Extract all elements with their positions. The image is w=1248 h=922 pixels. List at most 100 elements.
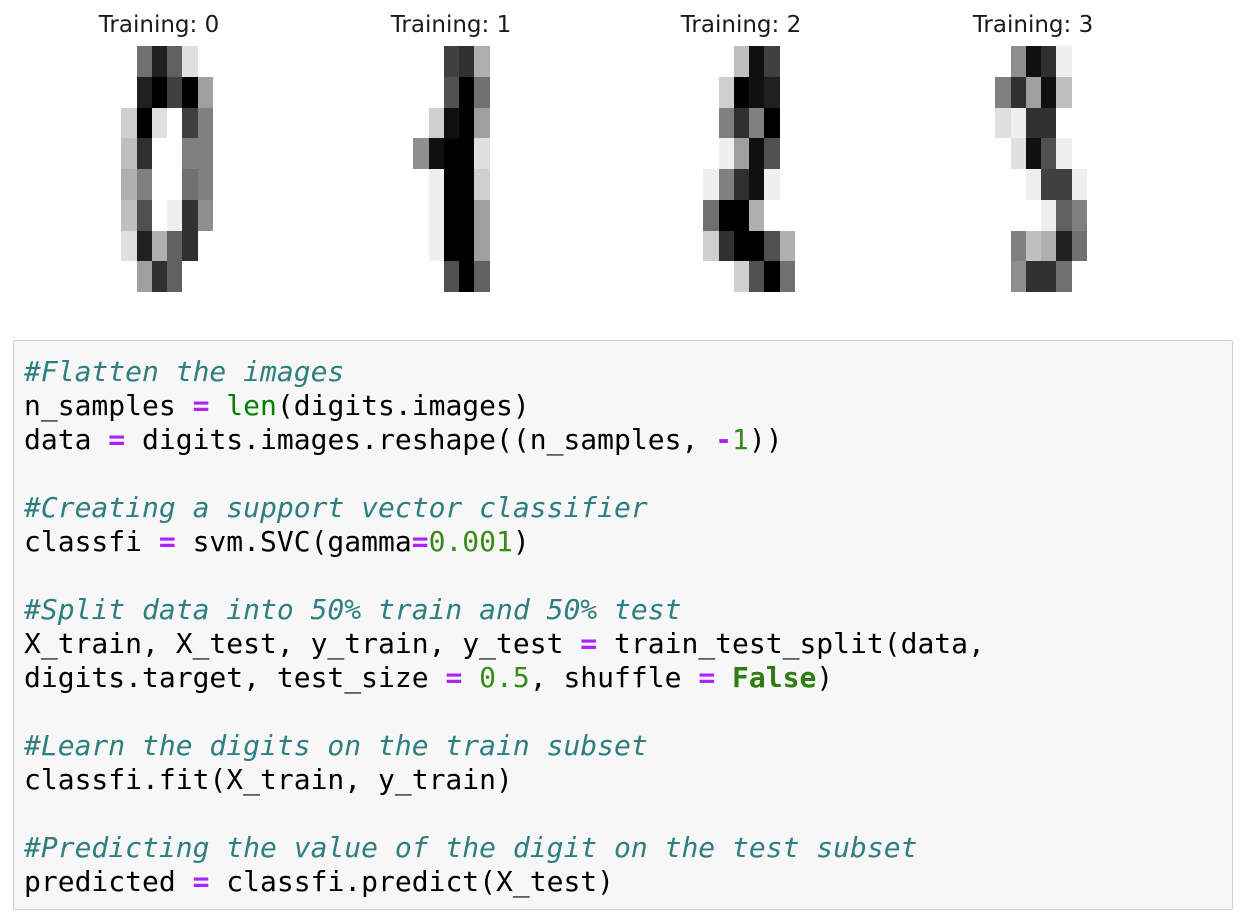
digit-pixel bbox=[733, 169, 749, 200]
code-text: classfi.predict(X_test) bbox=[209, 865, 615, 898]
digit-pixel bbox=[995, 138, 1011, 169]
digit-pixel bbox=[197, 199, 213, 231]
code-number: 1 bbox=[732, 423, 749, 456]
digit-pixel bbox=[212, 107, 228, 139]
digit-pixel bbox=[212, 76, 228, 108]
digit-pixel bbox=[688, 169, 704, 200]
digit-pixel bbox=[504, 199, 520, 231]
digit-pixel bbox=[504, 261, 520, 292]
digit-title: Training: 0 bbox=[98, 12, 220, 38]
digit-pixel bbox=[428, 46, 444, 77]
digit-title: Training: 3 bbox=[972, 12, 1094, 38]
digit-pixel bbox=[106, 199, 122, 231]
code-text: data bbox=[24, 423, 109, 456]
code-text: digits.images.reshape((n_samples, bbox=[125, 423, 716, 456]
digits-output: Training: 0 Training: 1 Training: 2 Trai… bbox=[0, 0, 1248, 330]
digit-pixel bbox=[688, 199, 704, 231]
code-line: data = digits.images.reshape((n_samples,… bbox=[24, 423, 985, 457]
digit-pixel bbox=[1086, 199, 1102, 231]
digit-pixel bbox=[733, 138, 749, 169]
digit-pixel bbox=[443, 199, 459, 231]
digit-pixel bbox=[197, 261, 213, 292]
digit-pixel bbox=[182, 169, 198, 200]
digit-pixel bbox=[703, 46, 719, 77]
code-operator: - bbox=[715, 423, 733, 456]
digit-pixel bbox=[459, 199, 475, 231]
digit-pixel bbox=[398, 261, 414, 292]
digit-pixel bbox=[749, 199, 765, 231]
code-editor[interactable]: #Flatten the images n_samples = len(digit… bbox=[24, 355, 985, 899]
digit-pixel bbox=[136, 230, 152, 262]
digit-pixel bbox=[703, 199, 719, 231]
digit-pixel bbox=[212, 199, 228, 231]
digit-pixel bbox=[1041, 46, 1057, 77]
digit-pixel bbox=[703, 107, 719, 139]
digit-pixel bbox=[443, 76, 459, 108]
digit-pixel bbox=[474, 169, 490, 200]
digit-pixel bbox=[718, 107, 734, 139]
digit-pixel bbox=[1056, 46, 1072, 77]
digit-pixel bbox=[474, 107, 490, 139]
digit-pixel bbox=[1071, 169, 1087, 200]
digit-pixel bbox=[489, 230, 505, 262]
digit-pixel bbox=[733, 230, 749, 262]
code-cell[interactable]: #Flatten the images n_samples = len(digit… bbox=[13, 340, 1233, 910]
digit-panel-2: Training: 2 bbox=[650, 10, 832, 292]
digit-pixel bbox=[167, 76, 183, 108]
digit-pixel bbox=[413, 169, 429, 200]
digit-pixel bbox=[136, 46, 152, 77]
digit-pixel bbox=[459, 107, 475, 139]
digit-pixel bbox=[151, 138, 167, 169]
digit-pixel bbox=[718, 46, 734, 77]
digit-pixel bbox=[428, 169, 444, 200]
digit-pixel bbox=[980, 230, 996, 262]
digit-pixel bbox=[1056, 107, 1072, 139]
code-line: digits.target, test_size = 0.5, shuffle … bbox=[24, 661, 985, 695]
code-text: svm.SVC(gamma bbox=[175, 525, 412, 558]
digit-pixel bbox=[459, 138, 475, 169]
digit-pixel bbox=[121, 76, 137, 108]
digit-pixel bbox=[489, 138, 505, 169]
digit-pixel bbox=[749, 230, 765, 262]
digit-pixel bbox=[1010, 230, 1026, 262]
digit-pixel bbox=[428, 261, 444, 292]
digit-pixel bbox=[489, 261, 505, 292]
digit-pixel bbox=[121, 107, 137, 139]
digit-pixel bbox=[106, 230, 122, 262]
digit-pixel bbox=[167, 107, 183, 139]
digit-pixel bbox=[688, 76, 704, 108]
digit-pixel bbox=[1025, 76, 1041, 108]
digit-pixel bbox=[779, 107, 795, 139]
digit-pixel bbox=[413, 230, 429, 262]
code-number: 0.5 bbox=[479, 661, 530, 694]
code-text: X_train, X_test, y_train, y_test bbox=[24, 627, 581, 660]
digit-pixel bbox=[398, 46, 414, 77]
digit-pixel bbox=[489, 76, 505, 108]
code-operator: = bbox=[108, 423, 126, 456]
digit-pixel bbox=[749, 138, 765, 169]
code-line: classfi.fit(X_train, y_train) bbox=[24, 763, 985, 797]
digit-pixel bbox=[459, 261, 475, 292]
digit-pixel bbox=[749, 169, 765, 200]
digit-pixel bbox=[151, 169, 167, 200]
code-builtin: len bbox=[226, 389, 277, 422]
digit-pixel bbox=[718, 230, 734, 262]
code-line: predicted = classfi.predict(X_test) bbox=[24, 865, 985, 899]
digit-pixel bbox=[1025, 199, 1041, 231]
digit-pixel bbox=[106, 169, 122, 200]
digit-pixel bbox=[504, 107, 520, 139]
digit-pixel bbox=[1025, 230, 1041, 262]
digit-pixel bbox=[794, 138, 810, 169]
digit-pixel bbox=[1010, 76, 1026, 108]
code-operator: = bbox=[158, 525, 176, 558]
digit-pixel bbox=[443, 261, 459, 292]
digit-pixel bbox=[1056, 230, 1072, 262]
digit-pixel bbox=[474, 261, 490, 292]
digit-pixel bbox=[718, 76, 734, 108]
digit-pixel bbox=[398, 107, 414, 139]
digit-pixel bbox=[1041, 138, 1057, 169]
digit-pixel bbox=[1010, 261, 1026, 292]
digit-pixel bbox=[167, 169, 183, 200]
digit-pixel bbox=[794, 230, 810, 262]
code-text: , shuffle bbox=[529, 661, 699, 694]
